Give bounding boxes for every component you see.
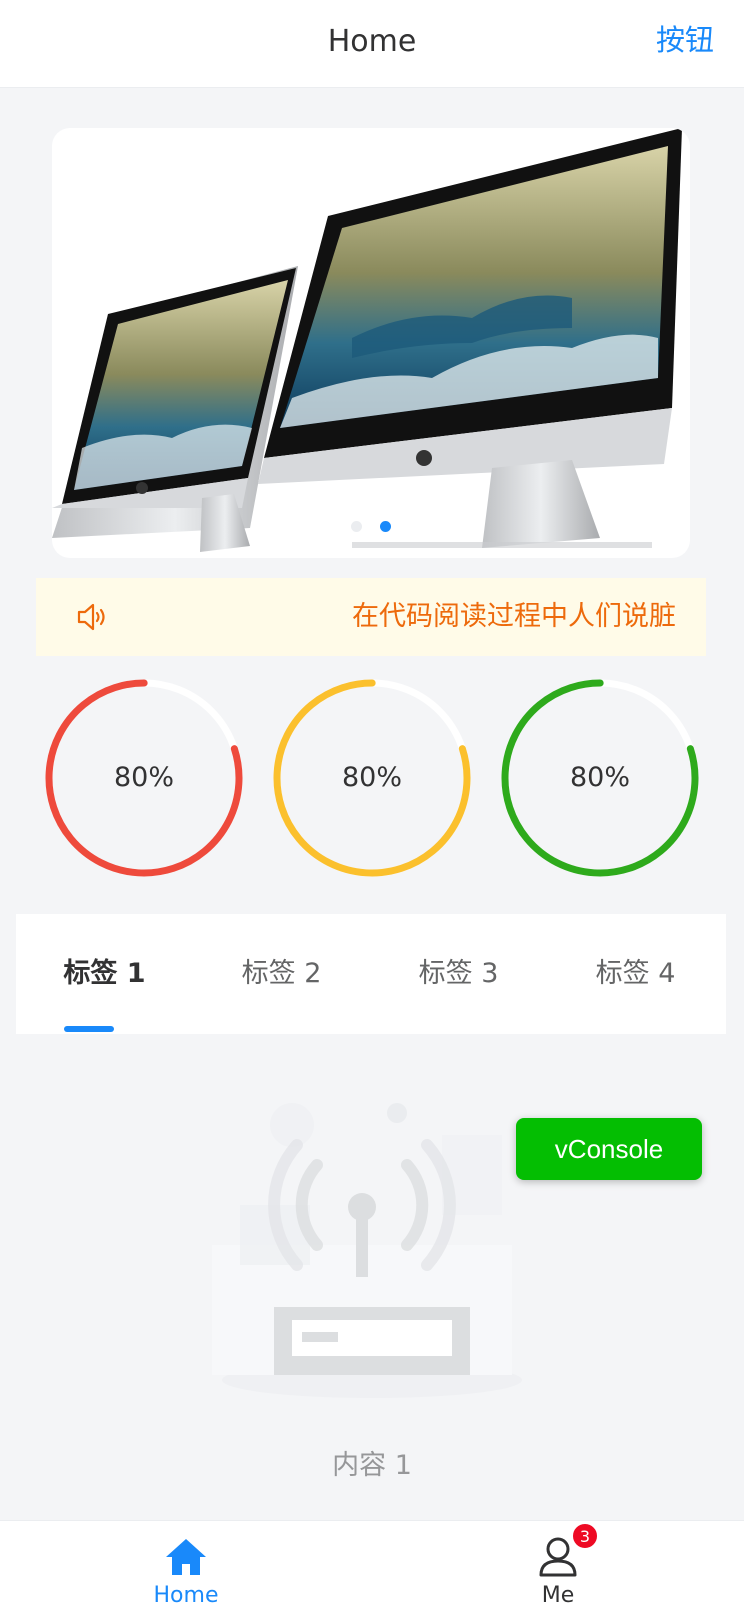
progress-circle: 80% [272,678,472,878]
progress-circle-text: 80% [569,762,630,793]
tab-3[interactable]: 标签 3 [370,914,547,1034]
tab-content-text: 内容 1 [332,1450,412,1481]
swipe-indicator [52,517,690,536]
volume-icon [77,603,105,631]
tabs: 标签 1 标签 2 标签 3 标签 4 [16,914,726,1034]
image-swiper[interactable] [52,128,690,558]
imac-banner-image [52,128,682,552]
tab-2[interactable]: 标签 2 [193,914,370,1034]
tabbar-item-home[interactable]: Home [0,1521,372,1616]
home-icon [166,1539,206,1575]
progress-circle: 80% [500,678,700,878]
notification-badge: 3 [572,1523,598,1549]
progress-circle-text: 80% [113,762,174,793]
page-title: Home [327,24,417,59]
tabbar-item-me[interactable]: 3 Me [372,1521,744,1616]
swipe-dot-active[interactable] [379,521,391,532]
tabbar-label-home: Home [153,1583,219,1608]
bottom-tabbar: Home 3 Me [0,1520,744,1616]
tabbar-label-me: Me [541,1583,575,1608]
tab-1[interactable]: 标签 1 [16,914,193,1034]
notice-text: 在代码阅读过程中人们说脏 [352,601,676,632]
vconsole-button[interactable]: vConsole [516,1118,702,1180]
tab-4[interactable]: 标签 4 [547,914,724,1034]
swipe-dot[interactable] [351,521,363,532]
progress-circle: 80% [44,678,244,878]
notice-bar[interactable]: 在代码阅读过程中人们说脏 [36,578,706,656]
nav-bar: Home 按钮 [0,0,744,88]
nav-right-button[interactable]: 按钮 [656,0,714,80]
tab-active-indicator [64,1026,114,1032]
progress-circle-text: 80% [341,762,402,793]
network-empty-image [212,1103,522,1398]
